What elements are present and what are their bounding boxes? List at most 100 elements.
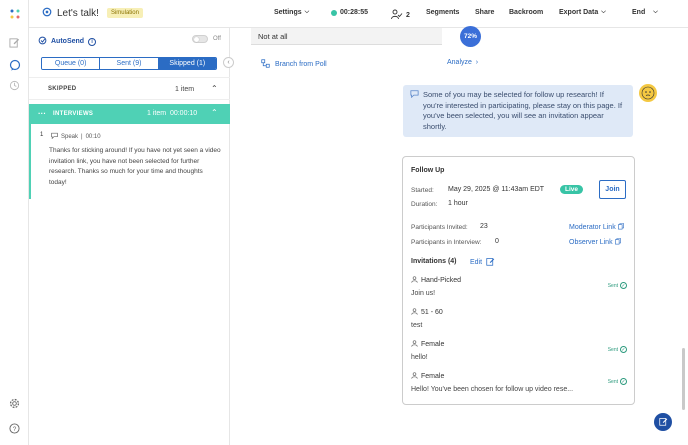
status-badge: Live [560,185,584,194]
sent-label: Sent [607,378,618,385]
backroom-label: Backroom [509,9,544,16]
tab-sent[interactable]: Sent (9) [100,58,159,69]
participants-in-interview-value: 0 [495,238,499,245]
edit-label: Edit [470,259,483,266]
tab-skipped[interactable]: Skipped (1) [158,58,216,69]
chevron-up-icon[interactable]: ⌃ [211,84,218,93]
share-button[interactable]: Share [475,9,494,16]
speak-icon [51,132,58,141]
interviews-group-header[interactable]: ··· INTERVIEWS 1 item 00:00:10 ⌃ [29,104,230,124]
invitations-heading: Invitations (4) [411,258,457,265]
autosend-toggle[interactable] [192,35,208,43]
started-value: May 29, 2025 @ 11:43am EDT [448,186,545,193]
interviews-duration: 00:00:10 [169,110,198,117]
participants-invited-label: Participants Invited: [411,224,468,231]
copy-icon [614,238,621,247]
settings-icon[interactable] [7,396,22,411]
invitation-item: 51 - 60 test [411,308,627,329]
item-meta: Speak | 00:10 [51,132,101,141]
autosend-state: Off [213,36,221,42]
check-icon: ✓ [620,346,627,353]
session-timer: 00:28:55 [331,9,368,16]
app-title-group: Let's talk! Simulation [42,7,143,19]
item-text: Thanks for sticking around! If you have … [49,147,221,186]
logo-icon[interactable] [7,6,22,21]
check-icon: ✓ [620,282,627,289]
help-icon[interactable]: ? [7,421,22,436]
bot-message: Some of you may be selected for follow u… [403,85,633,137]
tab-queue[interactable]: Queue (0) [42,58,101,69]
history-icon[interactable] [7,78,22,93]
moderator-link[interactable]: Moderator Link [569,223,624,232]
message-text: Some of you may be selected for follow u… [423,90,623,131]
duration-value: 1 hour [448,200,468,207]
sent-label: Sent [607,282,618,289]
live-dot [331,9,337,16]
more-icon[interactable]: ··· [38,109,46,118]
autosend-label: AutoSend [51,38,85,45]
item-time: 00:10 [85,133,101,140]
chevron-up-icon[interactable]: ⌃ [211,108,218,117]
compose-button[interactable] [654,413,672,431]
end-label: End [632,9,646,16]
person-icon [411,372,418,381]
segment-name: Female [421,341,445,348]
app-title: Let's talk! [57,7,99,19]
copy-icon [617,223,624,232]
invitation-message: hello! [411,354,428,361]
invitation-segment: Female [411,340,627,349]
check-icon: ✓ [620,378,627,385]
collapse-panel-button[interactable]: ‹ [223,57,234,68]
main-content: Not at all 72% Branch from Poll Analyze … [231,26,688,445]
branch-label: Branch from Poll [275,61,327,68]
participants-count: 2 [406,12,410,19]
poll-option-label: Not at all [258,31,288,41]
chat-icon[interactable] [7,57,22,72]
edit-icon [486,257,495,268]
end-menu[interactable]: End ⌵ [632,9,658,16]
share-label: Share [475,9,495,16]
invitation-item: Female hello! Sent ✓ [411,340,627,361]
invitation-segment: Hand-Picked [411,276,627,285]
segments-button[interactable]: Segments [426,9,459,16]
gear-icon[interactable] [42,7,52,19]
participants-button[interactable]: 2 [391,9,410,22]
autosend-control: AutoSend i [38,36,97,47]
moderator-avatar [639,84,657,102]
invitation-item: Female Hello! You've been chosen for fol… [411,372,627,393]
main-scrollbar[interactable] [682,348,685,410]
interviews-summary: 1 item 00:00:10 [147,110,197,117]
left-rail: ? [0,0,29,445]
skipped-label: SKIPPED [48,86,77,92]
interview-item[interactable]: 1 Speak | 00:10 Thanks for sticking arou… [29,124,230,199]
item-number: 1 [40,132,44,138]
edit-invitations-button[interactable]: Edit [470,257,495,268]
interviews-label: INTERVIEWS [53,111,94,117]
branch-from-poll-link[interactable]: Branch from Poll [261,59,327,70]
info-icon[interactable]: i [88,37,97,46]
join-button[interactable]: Join [599,180,626,199]
export-data-menu[interactable]: Export Data ⌵ [559,9,606,16]
invitation-message: Hello! You've been chosen for follow up … [411,386,574,393]
item-type: Speak [61,133,79,140]
sent-status: Sent ✓ [608,346,627,353]
analyze-link[interactable]: Analyze › [447,59,478,66]
settings-menu[interactable]: Settings ⌵ [274,9,309,16]
segment-name: Female [421,373,445,380]
started-label: Started: [411,187,434,194]
analyze-label: Analyze [447,59,472,66]
participants-invited-value: 23 [480,223,488,230]
segments-label: Segments [426,9,460,16]
timer-value: 00:28:55 [340,9,369,16]
message-icon [410,90,419,102]
observer-link[interactable]: Observer Link [569,238,621,247]
autosend-icon [38,36,47,47]
sent-status: Sent ✓ [608,282,627,289]
export-data-label: Export Data [559,9,599,16]
chevron-down-icon: ⌵ [601,9,606,15]
skipped-section-header[interactable]: SKIPPED 1 item ⌃ [29,77,230,100]
settings-label: Settings [274,9,302,16]
backroom-button[interactable]: Backroom [509,9,543,16]
edit-icon[interactable] [7,35,22,50]
chevron-down-icon: ⌵ [304,9,310,15]
